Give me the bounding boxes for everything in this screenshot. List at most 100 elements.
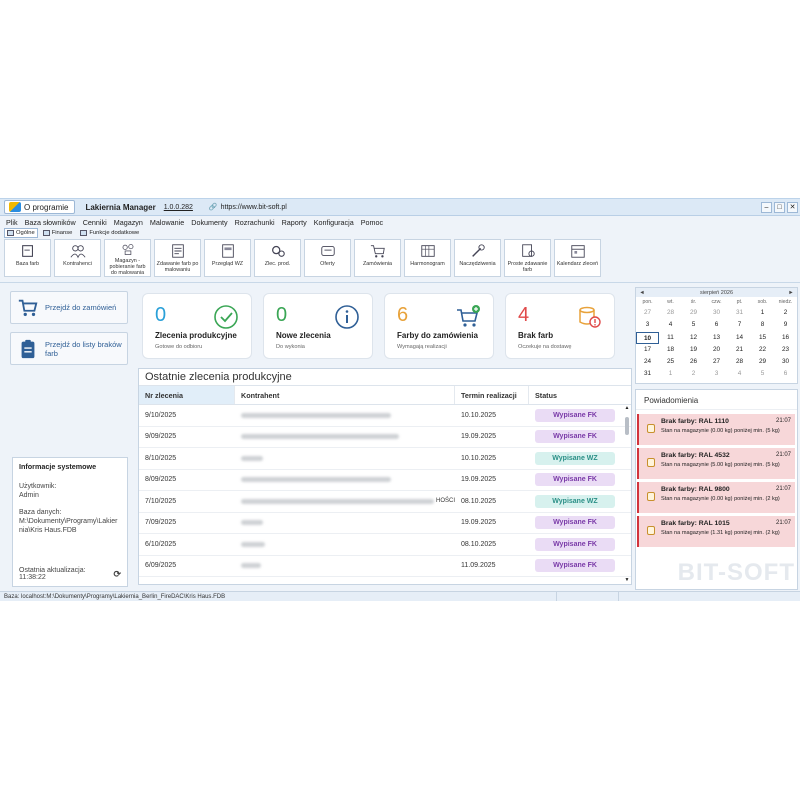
calendar-day[interactable]: 29 — [751, 356, 774, 368]
calendar-prev-button[interactable]: ◄ — [636, 290, 648, 296]
calendar-day[interactable]: 16 — [774, 332, 797, 344]
toolbar-narzedzia[interactable]: Naczędziwenia — [454, 239, 501, 277]
table-scrollbar[interactable]: ▲ ▼ — [624, 405, 630, 583]
minimize-icon[interactable]: – — [761, 201, 772, 213]
card-new-orders[interactable]: 0 Nowe zlecenia Do wykonia — [263, 293, 373, 359]
table-row[interactable]: 9/10/2025 10.10.2025 Wypisane FK — [139, 405, 631, 427]
toolbar-harmonogram[interactable]: Harmonogram — [404, 239, 451, 277]
calendar-day[interactable]: 31 — [728, 307, 751, 319]
calendar-day[interactable]: 24 — [636, 356, 659, 368]
calendar-day[interactable]: 28 — [659, 307, 682, 319]
menu-magazyn[interactable]: Magazyn — [114, 218, 143, 227]
calendar-day[interactable]: 6 — [774, 368, 797, 380]
toolbar-przeglad-wz[interactable]: Przegląd WZ — [204, 239, 251, 277]
go-to-orders-button[interactable]: Przejdź do zamówień — [10, 291, 128, 324]
table-row[interactable]: 7/09/2025 19.09.2025 Wypisane FK — [139, 513, 631, 534]
toolbar-oferty[interactable]: Oferty — [304, 239, 351, 277]
table-row[interactable]: 9/09/2025 19.09.2025 Wypisane FK — [139, 427, 631, 448]
tab-funkcje-dodatkowe[interactable]: Funkcje dodatkowe — [77, 228, 142, 238]
column-header-nr[interactable]: Nr zlecenia — [139, 386, 235, 404]
table-row[interactable]: 6/09/2025 11.09.2025 Wypisane FK — [139, 556, 631, 577]
menu-baza-slownikow[interactable]: Baza słowników — [25, 218, 76, 227]
close-icon[interactable]: ✕ — [787, 201, 798, 213]
calendar-day[interactable]: 28 — [728, 356, 751, 368]
column-header-contractor[interactable]: Kontrahent — [235, 386, 455, 404]
calendar-day[interactable]: 17 — [636, 344, 659, 356]
scrollbar-thumb[interactable] — [625, 417, 629, 435]
calendar-day[interactable]: 2 — [682, 368, 705, 380]
toolbar-kontrahenci[interactable]: Kontrahenci — [54, 239, 101, 277]
toolbar-zdawanie-farb[interactable]: Zdawanie farb po malowaniu — [154, 239, 201, 277]
tab-ogolne[interactable]: Ogólne — [4, 228, 38, 238]
calendar-day[interactable]: 7 — [728, 319, 751, 331]
column-header-status[interactable]: Status — [529, 386, 625, 404]
notification-item[interactable]: Brak farby: RAL 9800 21:07 Stan na magazyn… — [637, 482, 795, 513]
calendar-day[interactable]: 21 — [728, 344, 751, 356]
calendar-day[interactable]: 4 — [728, 368, 751, 380]
calendar-day[interactable]: 11 — [659, 332, 682, 344]
calendar-day[interactable]: 27 — [705, 356, 728, 368]
calendar-day-today[interactable]: 10 — [636, 331, 659, 344]
calendar-day[interactable]: 3 — [705, 368, 728, 380]
calendar-day[interactable]: 3 — [636, 319, 659, 331]
notification-item[interactable]: Brak farby: RAL 1015 21:07 Stan na magazyn… — [637, 516, 795, 547]
calendar-day[interactable]: 30 — [774, 356, 797, 368]
calendar-day[interactable]: 25 — [659, 356, 682, 368]
toolbar-zamowienia[interactable]: Zamówienia — [354, 239, 401, 277]
calendar-day[interactable]: 22 — [751, 344, 774, 356]
calendar-day[interactable]: 13 — [705, 332, 728, 344]
calendar-day[interactable]: 5 — [751, 368, 774, 380]
toolbar-magazyn-pobieranie[interactable]: Magazyn - pobieranie farb do malowania — [104, 239, 151, 277]
calendar-day[interactable]: 31 — [636, 368, 659, 380]
calendar-day[interactable]: 5 — [682, 319, 705, 331]
refresh-icon[interactable]: ⟳ — [113, 569, 121, 580]
notification-item[interactable]: Brak farby: RAL 4532 21:07 Stan na magazyn… — [637, 448, 795, 479]
menu-raporty[interactable]: Raporty — [282, 218, 307, 227]
table-row[interactable]: 7/10/2025 HOŚCI 08.10.2025 Wypisane WZ — [139, 491, 631, 513]
app-version-link[interactable]: 1.0.0.282 — [164, 204, 193, 211]
maximize-icon[interactable]: □ — [774, 201, 785, 213]
tab-finanse[interactable]: Finanse — [40, 228, 76, 238]
calendar-day[interactable]: 2 — [774, 307, 797, 319]
table-row[interactable]: 8/10/2025 10.10.2025 Wypisane WZ — [139, 448, 631, 470]
calendar-day[interactable]: 1 — [659, 368, 682, 380]
card-production-orders[interactable]: 0 Zlecenia produkcyjne Gotowe do odbioru — [142, 293, 252, 359]
calendar-day[interactable]: 27 — [636, 307, 659, 319]
card-paints-to-order[interactable]: 6 Farby do zamówienia Wymagają realizacj… — [384, 293, 494, 359]
menu-malowanie[interactable]: Malowanie — [150, 218, 184, 227]
calendar-day[interactable]: 6 — [705, 319, 728, 331]
calendar-day[interactable]: 15 — [751, 332, 774, 344]
toolbar-baza-farb[interactable]: Baza farb — [4, 239, 51, 277]
calendar-day[interactable]: 1 — [751, 307, 774, 319]
notification-item[interactable]: Brak farby: RAL 1110 21:07 Stan na magazyn… — [637, 414, 795, 445]
calendar-day[interactable]: 9 — [774, 319, 797, 331]
toolbar-kalendarz-zlecen[interactable]: Kalendarz zleceń — [554, 239, 601, 277]
menu-plik[interactable]: Plik — [6, 218, 18, 227]
calendar-day[interactable]: 20 — [705, 344, 728, 356]
calendar-day[interactable]: 18 — [659, 344, 682, 356]
table-row[interactable]: 8/09/2025 19.09.2025 Wypisane FK — [139, 470, 631, 491]
calendar-next-button[interactable]: ► — [785, 290, 797, 296]
toolbar-proste-zdawanie[interactable]: Proste zdawanie farb — [504, 239, 551, 277]
calendar-day[interactable]: 19 — [682, 344, 705, 356]
calendar-day[interactable]: 14 — [728, 332, 751, 344]
calendar-day[interactable]: 29 — [682, 307, 705, 319]
menu-cenniki[interactable]: Cenniki — [83, 218, 107, 227]
menu-dokumenty[interactable]: Dokumenty — [191, 218, 227, 227]
calendar-day[interactable]: 8 — [751, 319, 774, 331]
calendar-day[interactable]: 26 — [682, 356, 705, 368]
card-missing-paints[interactable]: 4 Brak farb Oczekuje na dostawę — [505, 293, 615, 359]
website-link[interactable]: 🔗 https://www.bit-soft.pl — [209, 203, 287, 212]
calendar-day[interactable]: 12 — [682, 332, 705, 344]
calendar-day[interactable]: 30 — [705, 307, 728, 319]
about-button[interactable]: O programie — [4, 200, 76, 214]
menu-pomoc[interactable]: Pomoc — [361, 218, 383, 227]
go-to-defects-button[interactable]: Przejdź do listy braków farb — [10, 332, 128, 365]
calendar-day[interactable]: 4 — [659, 319, 682, 331]
table-row[interactable]: 6/10/2025 08.10.2025 Wypisane FK — [139, 534, 631, 556]
toolbar-zlec-prod[interactable]: Zlec. prod. — [254, 239, 301, 277]
column-header-deadline[interactable]: Termin realizacji — [455, 386, 529, 404]
menu-rozrachunki[interactable]: Rozrachunki — [235, 218, 275, 227]
menu-konfiguracja[interactable]: Konfiguracja — [314, 218, 354, 227]
calendar-day[interactable]: 23 — [774, 344, 797, 356]
